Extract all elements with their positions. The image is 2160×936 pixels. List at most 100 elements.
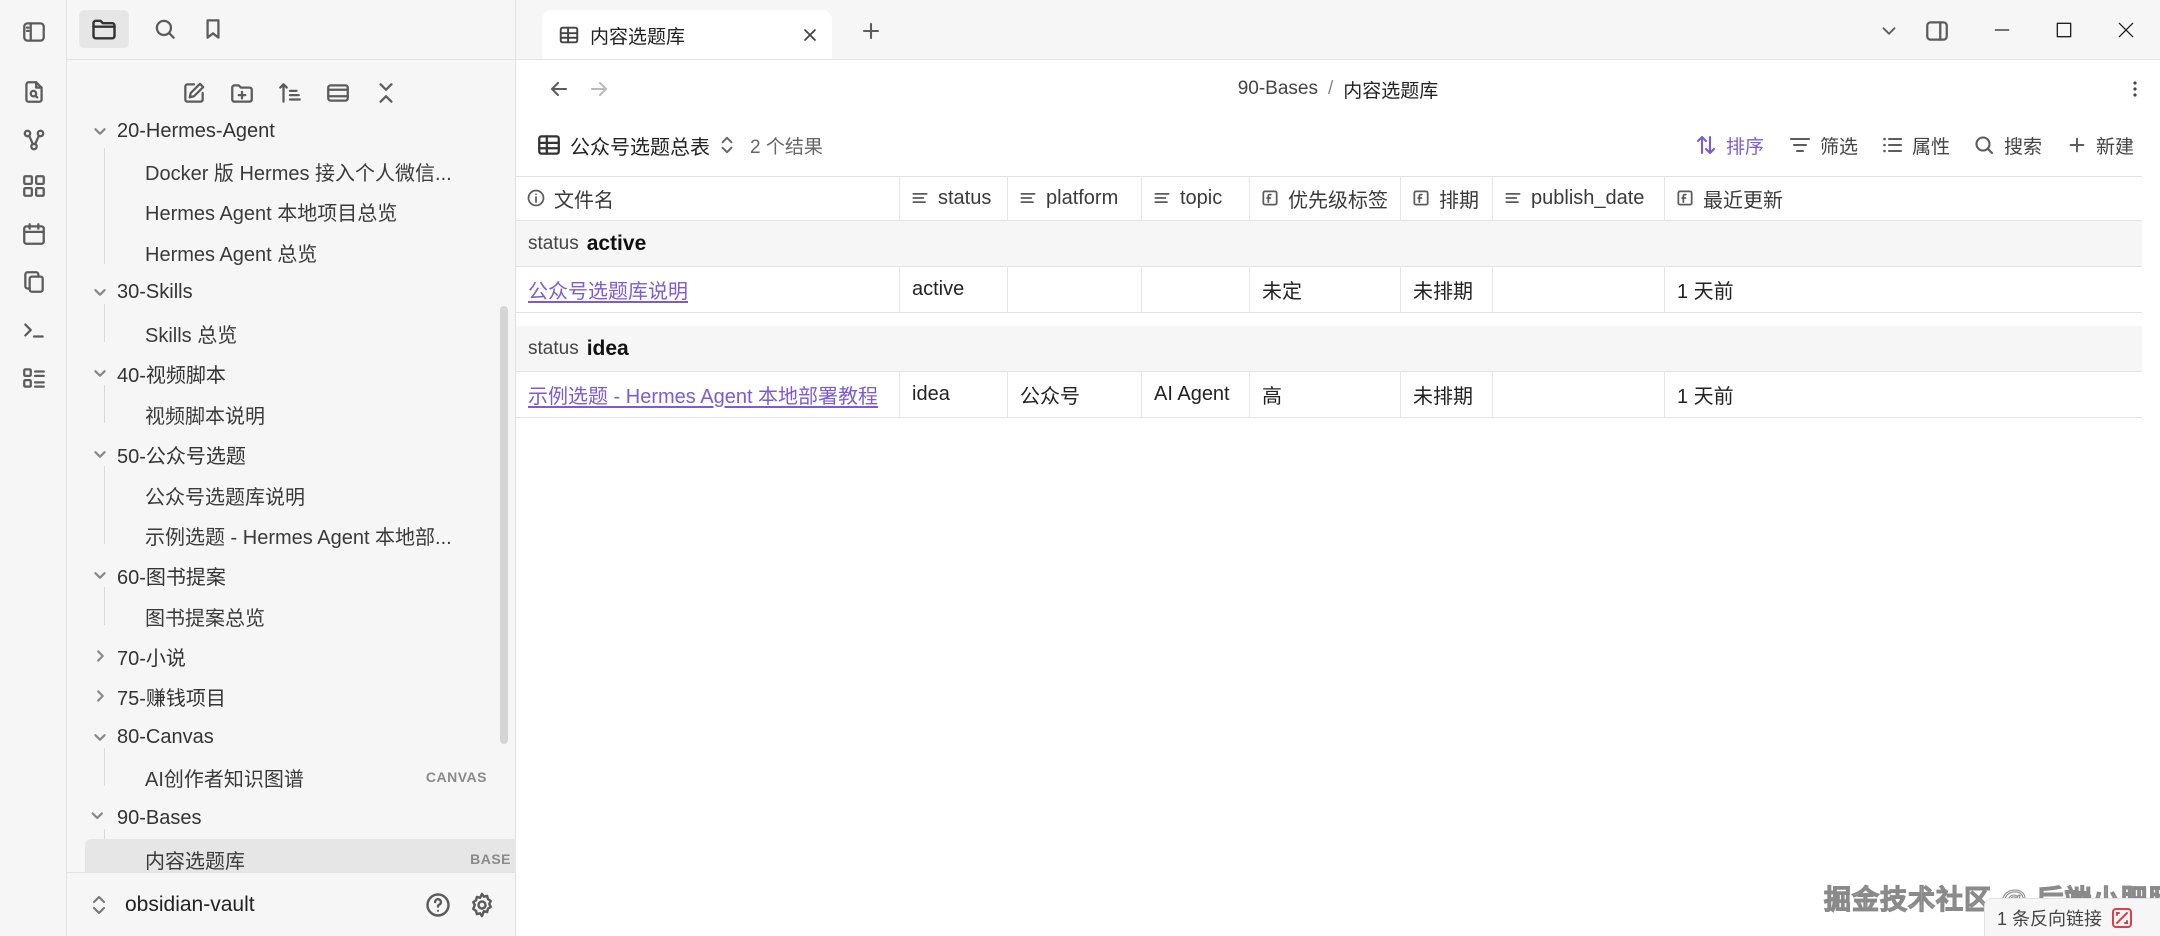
sort-icon[interactable]: [273, 76, 307, 110]
file-type-badge: CANVAS: [425, 769, 487, 785]
breadcrumb-file[interactable]: 内容选题库: [1343, 76, 1438, 103]
table-cell-platform[interactable]: 公众号: [1008, 371, 1142, 417]
filter-label: 筛选: [1820, 136, 1859, 158]
formula-icon: [1262, 190, 1278, 206]
status-bar: 1 条反向链接: [1984, 898, 2160, 936]
table-cell-status[interactable]: idea: [900, 371, 1008, 417]
tree-folder-75[interactable]: 75-赚钱项目: [89, 677, 226, 715]
auto-reveal-icon[interactable]: [369, 76, 403, 110]
column-label: 排期: [1439, 189, 1479, 212]
tree-file[interactable]: 视频脚本说明: [145, 395, 265, 433]
new-button[interactable]: 新建: [2066, 130, 2134, 160]
daily-note-icon[interactable]: [18, 218, 50, 250]
tree-file[interactable]: Docker 版 Hermes 接入个人微信...: [145, 152, 452, 190]
search-icon[interactable]: [143, 10, 187, 48]
table-cell-last-updated: 1 天前: [1677, 385, 1734, 408]
more-options-icon[interactable]: [2120, 72, 2150, 106]
table-cell-priority: 未定: [1250, 266, 1401, 312]
file-explorer-sidebar: 20-Hermes-Agent Docker 版 Hermes 接入个人微信..…: [67, 0, 516, 936]
row-divider: [516, 417, 2142, 418]
column-header-schedule[interactable]: 排期: [1401, 176, 1493, 220]
tree-file-active[interactable]: 内容选题库 BASE: [85, 839, 516, 872]
vault-name[interactable]: obsidian-vault: [125, 890, 255, 920]
collapse-all-icon[interactable]: [321, 76, 355, 110]
table-border: [516, 176, 2142, 177]
graph-view-icon[interactable]: [18, 124, 50, 156]
row-divider: [516, 312, 2142, 313]
breadcrumb-folder[interactable]: 90-Bases: [1238, 78, 1318, 100]
bookmark-icon[interactable]: [191, 10, 235, 48]
view-selector[interactable]: 公众号选题总表: [536, 130, 744, 160]
table-cell-platform[interactable]: [1008, 266, 1142, 312]
sidebar-toggle-icon[interactable]: [18, 16, 50, 48]
left-ribbon: [0, 0, 67, 936]
chevron-down-icon: [94, 289, 106, 296]
column-label: publish_date: [1531, 186, 1645, 209]
tree-item-label: 40-视频脚本: [117, 364, 226, 387]
window-close-icon[interactable]: [2106, 12, 2146, 48]
sync-error-icon[interactable]: [2110, 906, 2134, 930]
tree-folder-20-hermes-agent[interactable]: 20-Hermes-Agent: [89, 112, 275, 150]
column-header-last-updated[interactable]: 最近更新: [1665, 176, 2142, 220]
tree-folder-40[interactable]: 40-视频脚本: [89, 354, 226, 392]
tree-file[interactable]: Hermes Agent 本地项目总览: [145, 192, 397, 230]
table-cell-publish-date[interactable]: [1493, 371, 1665, 417]
search-button[interactable]: 搜索: [1972, 130, 2042, 160]
tree-file[interactable]: 示例选题 - Hermes Agent 本地部...: [145, 516, 452, 554]
tree-item-label: 90-Bases: [117, 806, 202, 829]
table-cell-topic[interactable]: [1142, 266, 1250, 312]
tree-folder-90-bases[interactable]: 90-Bases: [89, 799, 202, 837]
breadcrumb: 90-Bases / 内容选题库: [516, 72, 2160, 106]
help-icon[interactable]: [421, 888, 455, 922]
column-header-publish-date[interactable]: publish_date: [1493, 176, 1665, 220]
table-cell-publish-date[interactable]: [1493, 266, 1665, 312]
tree-file[interactable]: Hermes Agent 总览: [145, 233, 317, 271]
column-header-priority-tag[interactable]: 优先级标签: [1250, 176, 1401, 220]
tree-folder-80-canvas[interactable]: 80-Canvas: [89, 718, 214, 756]
tree-file[interactable]: AI创作者知识图谱 CANVAS: [145, 758, 505, 796]
table-cell-status[interactable]: active: [900, 266, 1008, 312]
bases-icon[interactable]: [18, 362, 50, 394]
maximize-icon[interactable]: [2044, 12, 2084, 48]
column-header-platform[interactable]: platform: [1008, 176, 1142, 220]
tree-folder-30-skills[interactable]: 30-Skills: [89, 273, 193, 311]
back-arrow-icon[interactable]: [542, 72, 576, 106]
close-tab-icon[interactable]: [798, 23, 822, 47]
minimize-icon[interactable]: [1982, 12, 2022, 48]
text-property-icon: [912, 192, 928, 204]
tree-file[interactable]: 图书提案总览: [145, 597, 265, 635]
column-header-status[interactable]: status: [900, 176, 1008, 220]
tree-item-label: Hermes Agent 总览: [145, 243, 318, 266]
tree-file[interactable]: 公众号选题库说明: [145, 476, 305, 514]
tree-folder-70[interactable]: 70-小说: [89, 637, 186, 675]
sidebar-scrollbar[interactable]: [500, 306, 508, 744]
templates-icon[interactable]: [18, 266, 50, 298]
note-link[interactable]: 示例选题 - Hermes Agent 本地部署教程: [528, 380, 878, 409]
right-sidebar-toggle-icon[interactable]: [1920, 14, 1954, 48]
tree-folder-60[interactable]: 60-图书提案: [89, 556, 226, 594]
properties-button[interactable]: 属性: [1880, 130, 1950, 160]
note-link[interactable]: 公众号选题库说明: [528, 275, 688, 304]
table-cell-topic[interactable]: AI Agent: [1142, 371, 1250, 417]
header-divider: [516, 220, 2142, 221]
main-workspace: 内容选题库 90-Bases / 内容选题库 公众号选题总表 2 个结果 排序 …: [516, 0, 2160, 936]
settings-gear-icon[interactable]: [465, 888, 499, 922]
column-header-topic[interactable]: topic: [1142, 176, 1250, 220]
column-header-filename[interactable]: 文件名: [516, 176, 900, 220]
new-folder-icon[interactable]: [225, 76, 259, 110]
tree-folder-50[interactable]: 50-公众号选题: [89, 435, 246, 473]
new-tab-icon[interactable]: [854, 14, 888, 48]
files-icon[interactable]: [79, 10, 129, 48]
filter-button[interactable]: 筛选: [1788, 130, 1858, 160]
new-note-icon[interactable]: [177, 76, 211, 110]
quick-switcher-icon[interactable]: [18, 76, 50, 108]
tab-active[interactable]: 内容选题库: [542, 10, 832, 60]
command-palette-icon[interactable]: [18, 314, 50, 346]
tab-list-chevron-icon[interactable]: [1872, 14, 1906, 48]
canvas-icon[interactable]: [18, 170, 50, 202]
tree-file[interactable]: Skills 总览: [145, 314, 237, 352]
backlinks-count[interactable]: 1 条反向链接: [1997, 905, 2102, 931]
vault-switcher-icon[interactable]: [87, 890, 111, 920]
sort-button[interactable]: 排序: [1694, 130, 1764, 160]
forward-arrow-icon[interactable]: [582, 72, 616, 106]
